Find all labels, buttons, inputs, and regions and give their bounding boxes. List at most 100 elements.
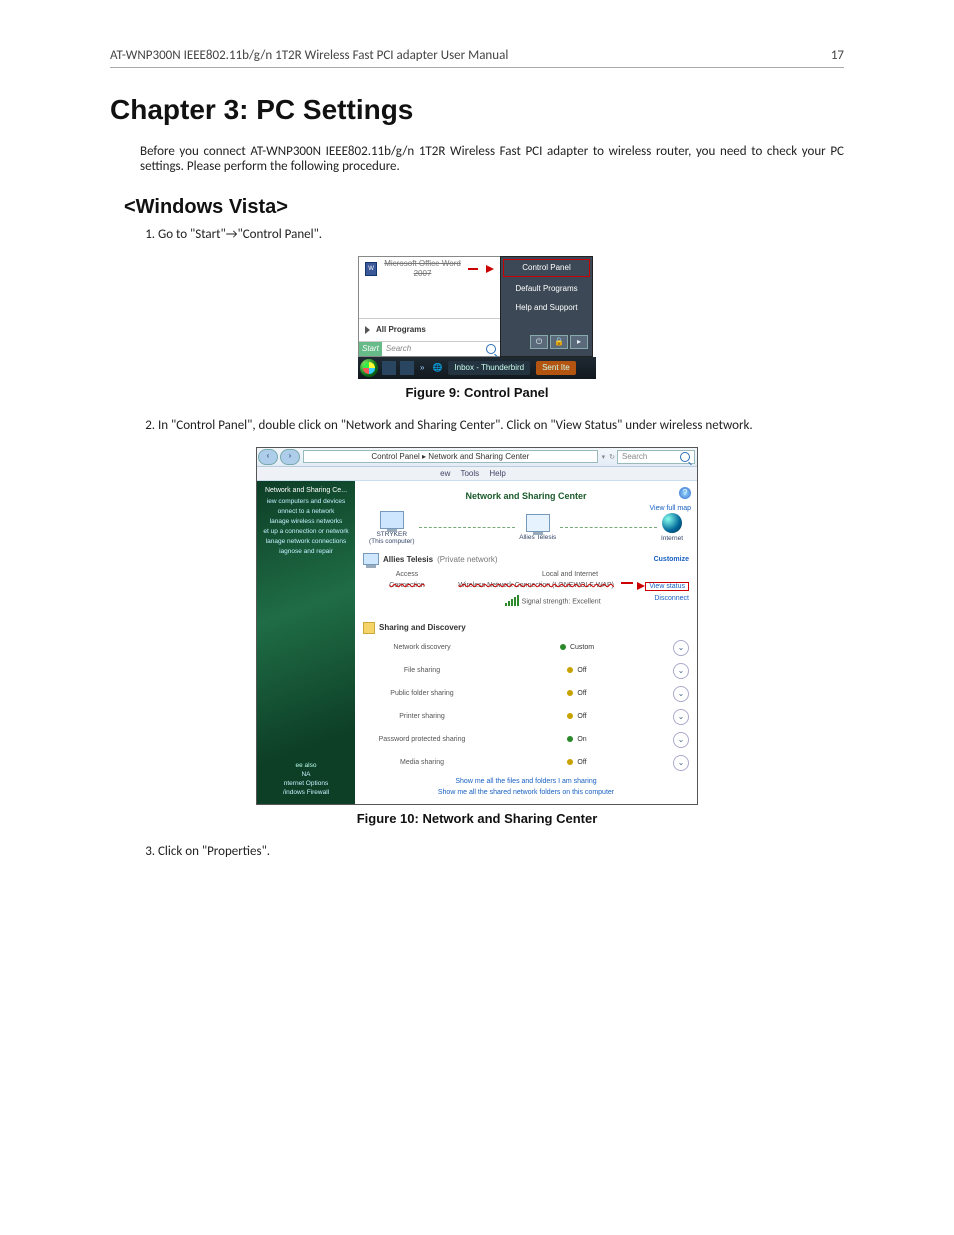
start-search-row: Start Search bbox=[359, 341, 500, 356]
taskbar-icon-2[interactable] bbox=[400, 361, 414, 375]
red-annotation-line bbox=[468, 268, 478, 270]
breadcrumb-dropdown-icon[interactable]: ▾ bbox=[600, 453, 608, 461]
lock-button[interactable]: 🔒 bbox=[550, 335, 568, 349]
bottom-links: Show me all the files and folders I am s… bbox=[363, 778, 689, 796]
menu-view[interactable]: ew bbox=[440, 469, 450, 478]
pf-label: Public folder sharing bbox=[363, 690, 481, 697]
window-search-input[interactable]: Search bbox=[617, 450, 695, 464]
node2-label: Allies Telesis bbox=[519, 534, 556, 541]
task-list: iew computers and devices onnect to a ne… bbox=[261, 498, 351, 555]
step-2: In "Control Panel", double click on "Net… bbox=[158, 418, 844, 433]
red-arrow-icon bbox=[486, 265, 494, 273]
network-icon bbox=[526, 514, 550, 532]
section-heading-windows-vista: <Windows Vista> bbox=[124, 196, 844, 219]
menu-help[interactable]: Help bbox=[489, 469, 505, 478]
see-also-windows-firewall[interactable]: /indows Firewall bbox=[261, 789, 351, 796]
red-arrow-icon bbox=[637, 582, 645, 590]
ms-label: Media sharing bbox=[363, 759, 481, 766]
taskbar-icon-1[interactable] bbox=[382, 361, 396, 375]
control-panel-item[interactable]: Control Panel bbox=[503, 259, 590, 277]
all-programs-label: All Programs bbox=[376, 325, 426, 335]
see-also-section: ee also NA nternet Options /indows Firew… bbox=[261, 762, 351, 798]
pps-state: On bbox=[577, 736, 586, 743]
steps-list-3: Click on "Properties". bbox=[158, 844, 844, 859]
disconnect-link[interactable]: Disconnect bbox=[654, 595, 689, 608]
signal-value: Signal strength: Excellent bbox=[451, 595, 654, 608]
see-also-label: ee also bbox=[261, 762, 351, 769]
expand-button[interactable]: ⌄ bbox=[673, 755, 689, 771]
step-3: Click on "Properties". bbox=[158, 844, 844, 859]
network-name: Allies Telesis bbox=[383, 555, 433, 564]
start-orb-icon[interactable] bbox=[360, 359, 378, 377]
row-media-sharing: Media sharing Off ⌄ bbox=[363, 751, 689, 774]
connection-value: Wireless Network Connection (LONEWOLF-WA… bbox=[451, 582, 621, 591]
arrow-right-icon bbox=[365, 326, 370, 334]
status-dot-icon bbox=[567, 759, 573, 765]
signal-empty-key bbox=[363, 595, 451, 608]
view-full-map-link[interactable]: View full map bbox=[649, 505, 691, 512]
window-menubar: ew Tools Help bbox=[257, 467, 697, 481]
help-support-item[interactable]: Help and Support bbox=[501, 298, 592, 318]
refresh-icon[interactable]: ↻ bbox=[607, 453, 617, 461]
row-network-discovery: Network discovery Custom ⌄ bbox=[363, 636, 689, 659]
network-sharing-window: ‹ › Control Panel ▸ Network and Sharing … bbox=[256, 447, 698, 805]
start-search-input[interactable]: Search bbox=[382, 342, 500, 356]
link-show-files[interactable]: Show me all the files and folders I am s… bbox=[363, 778, 689, 785]
status-dot-icon bbox=[567, 667, 573, 673]
task-manage-wireless[interactable]: lanage wireless networks bbox=[261, 518, 351, 525]
pps-label: Password protected sharing bbox=[363, 736, 481, 743]
red-annotation-line bbox=[621, 582, 633, 584]
task-setup-connection[interactable]: et up a connection or network bbox=[261, 528, 351, 535]
taskbar-btn-inbox[interactable]: Inbox - Thunderbird bbox=[448, 361, 530, 375]
node-internet: Internet bbox=[661, 513, 683, 542]
breadcrumb[interactable]: Control Panel ▸ Network and Sharing Cent… bbox=[303, 450, 598, 463]
sharing-section-header: Sharing and Discovery bbox=[363, 622, 689, 634]
page-header: AT-WNP300N IEEE802.11b/g/n 1T2R Wireless… bbox=[110, 48, 844, 68]
expand-button[interactable]: ⌄ bbox=[673, 640, 689, 656]
taskbar-chevron[interactable]: » bbox=[416, 363, 428, 373]
figure-10-caption: Figure 10: Network and Sharing Center bbox=[110, 811, 844, 826]
signal-bars-icon bbox=[505, 595, 520, 608]
nd-label: Network discovery bbox=[363, 644, 481, 651]
nav-forward-button[interactable]: › bbox=[280, 449, 300, 465]
pf-state: Off bbox=[577, 690, 586, 697]
see-also-na[interactable]: NA bbox=[261, 771, 351, 778]
header-page-number: 17 bbox=[831, 48, 844, 63]
more-options-button[interactable]: ▸ bbox=[570, 335, 588, 349]
quick-launch-network-icon[interactable]: 🌐 bbox=[432, 363, 442, 373]
status-dot-icon bbox=[567, 736, 573, 742]
customize-link[interactable]: Customize bbox=[654, 556, 689, 563]
ps-label: Printer sharing bbox=[363, 713, 481, 720]
node-this-computer: STRYKER (This computer) bbox=[369, 511, 415, 545]
see-also-internet-options[interactable]: nternet Options bbox=[261, 780, 351, 787]
taskbar-btn-sent[interactable]: Sent Ite bbox=[536, 361, 576, 375]
search-icon bbox=[486, 344, 496, 354]
expand-button[interactable]: ⌄ bbox=[673, 686, 689, 702]
pinned-item-label: Microsoft Office Word 2007 bbox=[381, 259, 464, 278]
link-show-folders[interactable]: Show me all the shared network folders o… bbox=[363, 789, 689, 796]
expand-button[interactable]: ⌄ bbox=[673, 709, 689, 725]
all-programs-item[interactable]: All Programs bbox=[359, 318, 500, 341]
pinned-item-word[interactable]: W Microsoft Office Word 2007 bbox=[359, 257, 500, 280]
network-type: (Private network) bbox=[437, 555, 497, 564]
expand-button[interactable]: ⌄ bbox=[673, 663, 689, 679]
expand-button[interactable]: ⌄ bbox=[673, 732, 689, 748]
task-connect-network[interactable]: onnect to a network bbox=[261, 508, 351, 515]
task-view-computers[interactable]: iew computers and devices bbox=[261, 498, 351, 505]
taskbar: » 🌐 Inbox - Thunderbird Sent Ite bbox=[358, 357, 596, 379]
access-value: Local and Internet bbox=[451, 571, 689, 578]
row-signal: Signal strength: Excellent Disconnect bbox=[363, 593, 689, 610]
row-connection: Connection Wireless Network Connection (… bbox=[363, 580, 689, 593]
power-button[interactable]: ⏻ bbox=[530, 335, 548, 349]
start-menu-left-panel: W Microsoft Office Word 2007 All Program… bbox=[358, 256, 500, 357]
fs-label: File sharing bbox=[363, 667, 481, 674]
row-password-protected: Password protected sharing On ⌄ bbox=[363, 728, 689, 751]
menu-tools[interactable]: Tools bbox=[460, 469, 479, 478]
task-manage-connections[interactable]: lanage network connections bbox=[261, 538, 351, 545]
default-programs-item[interactable]: Default Programs bbox=[501, 279, 592, 299]
view-status-link[interactable]: View status bbox=[645, 582, 689, 591]
help-icon[interactable]: ? bbox=[679, 487, 691, 499]
nav-back-button[interactable]: ‹ bbox=[258, 449, 278, 465]
figure-9: W Microsoft Office Word 2007 All Program… bbox=[110, 256, 844, 400]
task-diagnose-repair[interactable]: iagnose and repair bbox=[261, 548, 351, 555]
